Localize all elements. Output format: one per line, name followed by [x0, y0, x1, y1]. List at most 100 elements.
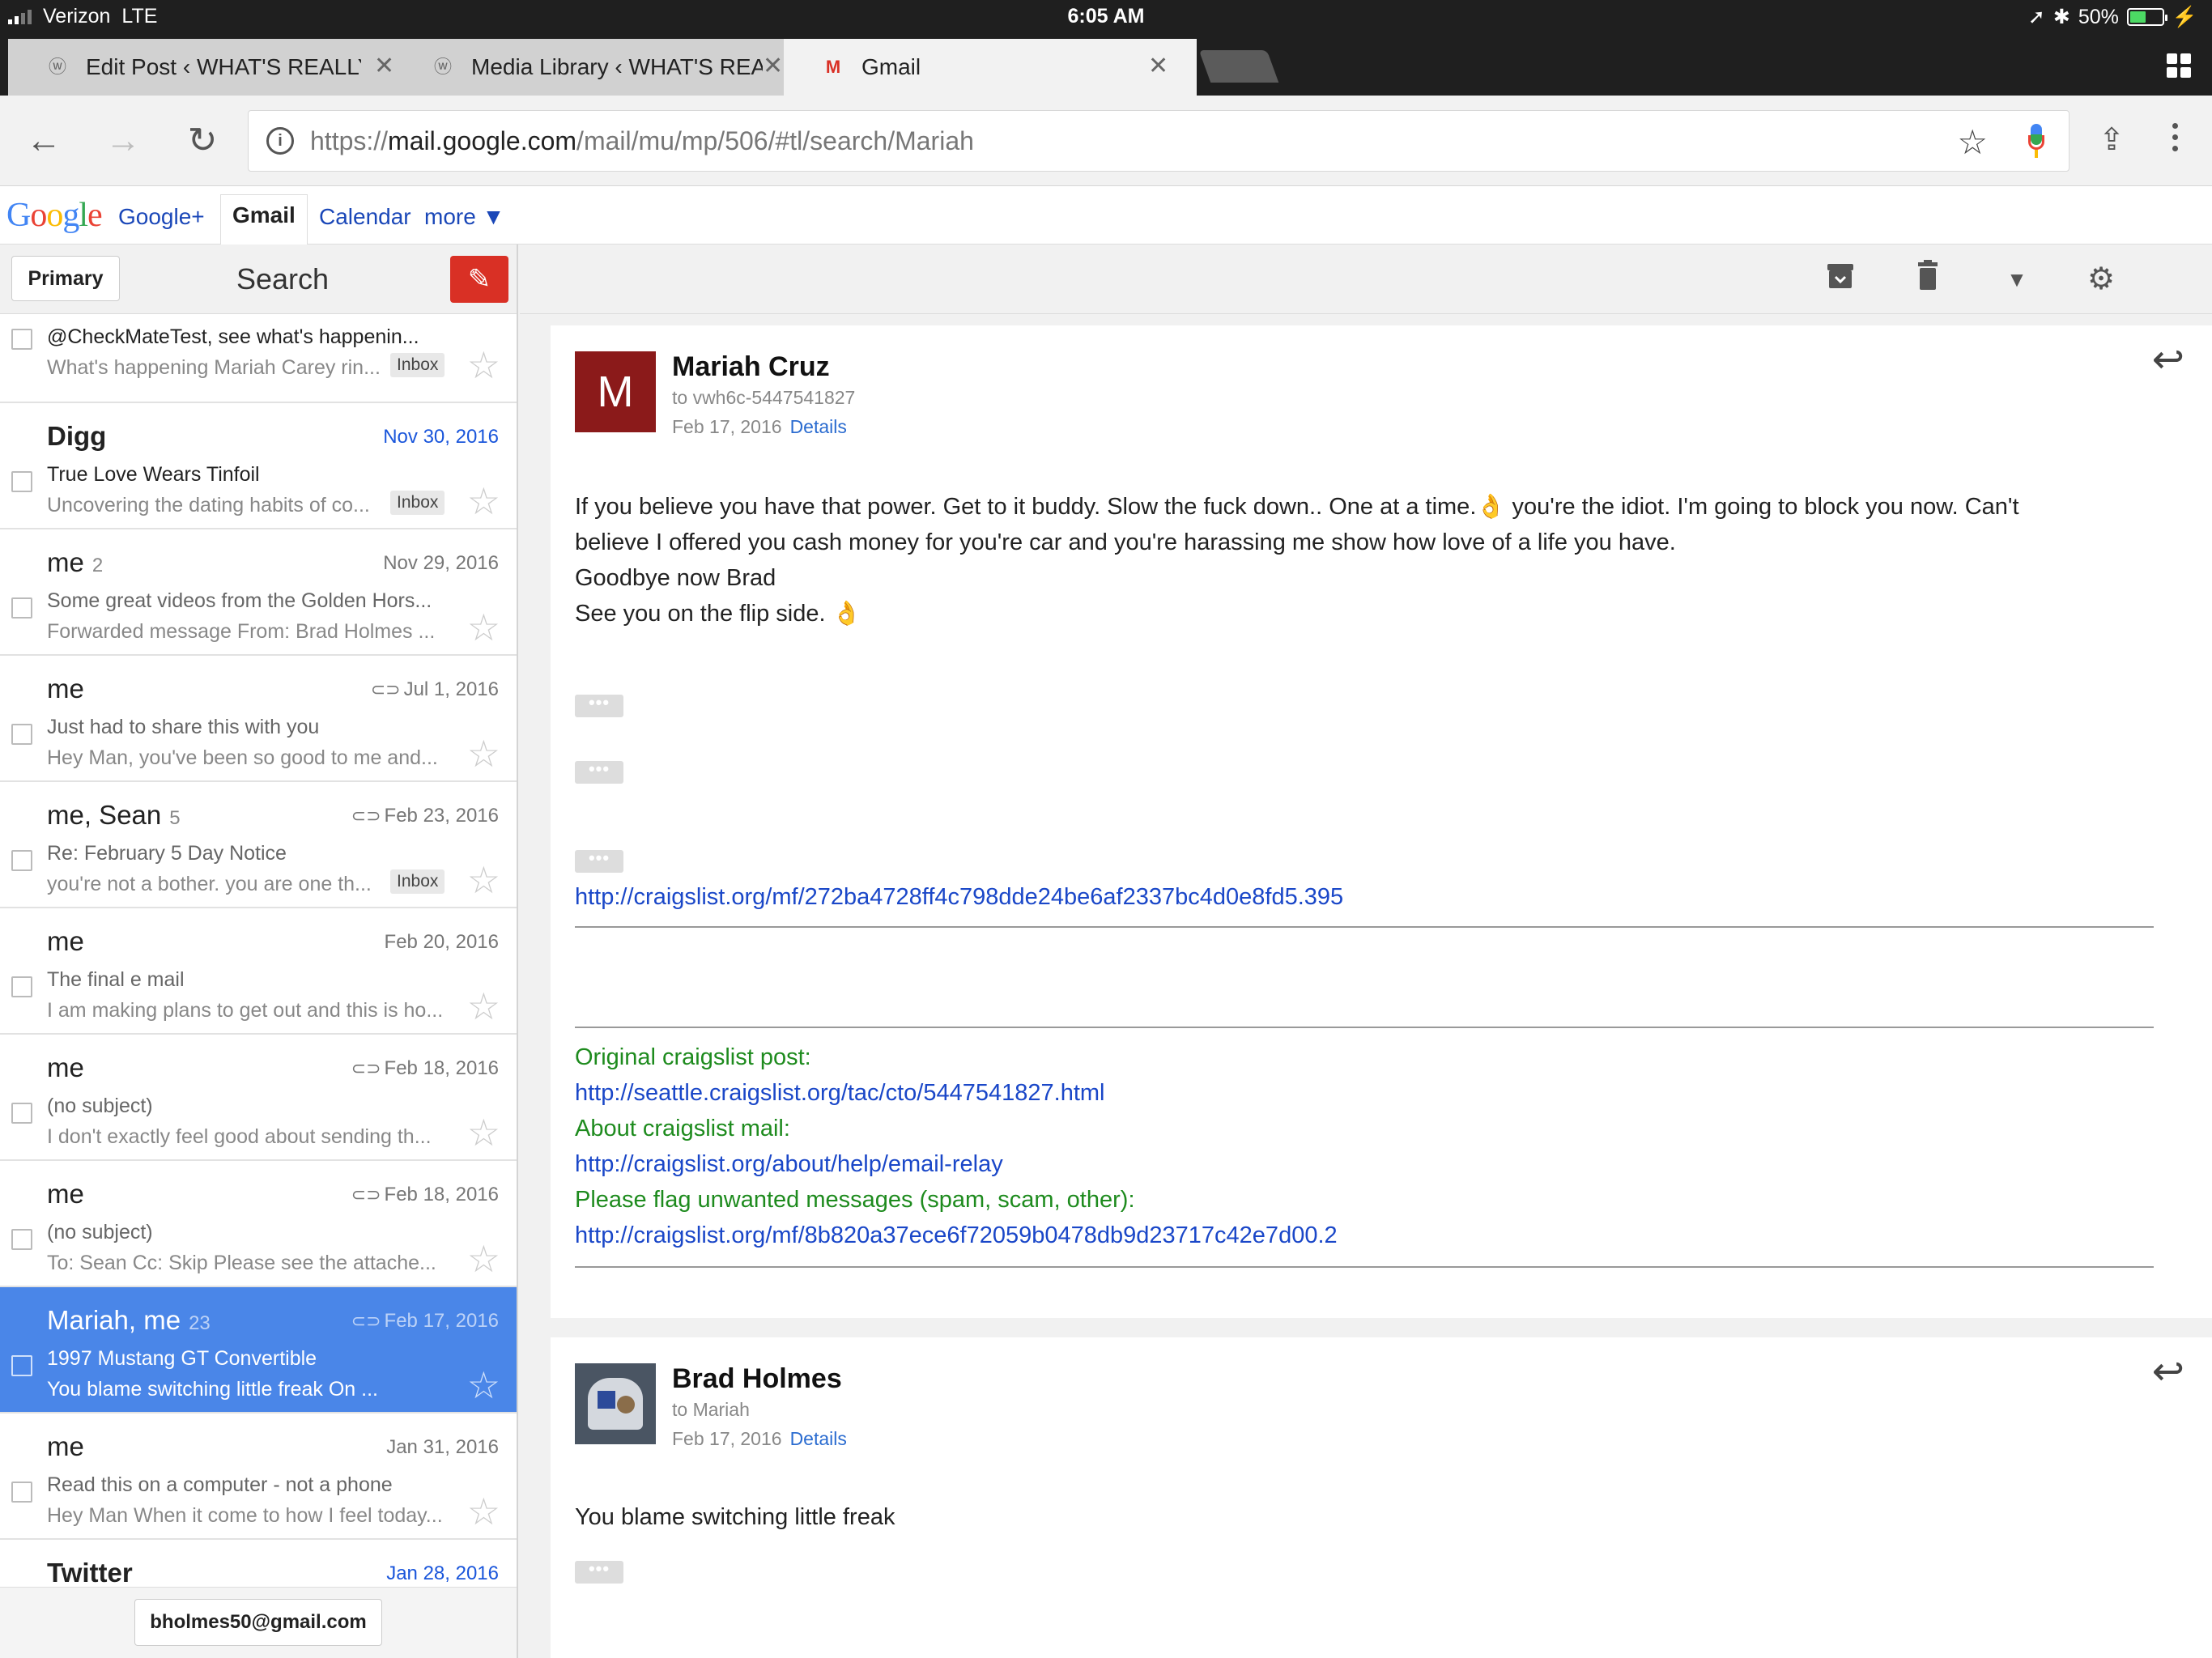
thread-sender: me	[47, 674, 84, 704]
paperclip-icon: ⊂⊃	[351, 806, 381, 826]
table-row[interactable]: me ⊂⊃ Feb 18, 2016 (no subject) I don't e…	[0, 1035, 517, 1161]
info-icon[interactable]: i	[266, 127, 294, 155]
archive-icon[interactable]	[1820, 259, 1861, 300]
back-arrow-icon[interactable]: ←	[21, 118, 66, 164]
trash-icon[interactable]	[1908, 259, 1948, 300]
star-icon[interactable]: ☆	[467, 861, 500, 899]
select-checkbox[interactable]	[11, 1482, 32, 1503]
close-icon[interactable]: ✕	[374, 52, 394, 80]
select-checkbox[interactable]	[11, 1355, 32, 1376]
show-trimmed-content-button[interactable]: •••	[575, 849, 623, 873]
thread-snippet: What's happening Mariah Carey rin...	[47, 356, 379, 379]
thread-sender: me 2	[47, 547, 104, 577]
table-row[interactable]: @CheckMateTest, see what's happenin... W…	[0, 314, 517, 403]
star-icon[interactable]: ☆	[467, 1114, 500, 1151]
star-icon[interactable]: ☆	[467, 483, 500, 520]
details-link[interactable]: Details	[790, 416, 847, 437]
table-row-selected[interactable]: Mariah, me 23 ⊂⊃ Feb 17, 2016 1997 Mustang…	[0, 1287, 517, 1414]
table-row[interactable]: me Jan 31, 2016 Read this on a computer …	[0, 1414, 517, 1540]
thread-snippet: Uncovering the dating habits of co...	[47, 494, 370, 517]
select-checkbox[interactable]	[11, 1229, 32, 1250]
reload-icon[interactable]: ↻	[180, 118, 225, 164]
flag-messages-link[interactable]: http://craigslist.org/mf/8b820a37ece6f72…	[575, 1222, 1338, 1249]
message-body-line: If you believe you have that power. Get …	[575, 494, 2019, 520]
wordpress-icon: ⓦ	[48, 57, 66, 77]
tab-switcher-icon[interactable]	[2167, 53, 2191, 78]
table-row[interactable]: me ⊂⊃ Feb 18, 2016 (no subject) To: Sean …	[0, 1161, 517, 1287]
show-trimmed-content-button[interactable]: •••	[575, 694, 623, 717]
thread-snippet: Forwarded message From: Brad Holmes ...	[47, 620, 436, 643]
select-checkbox[interactable]	[11, 850, 32, 871]
table-row[interactable]: Digg Nov 30, 2016 True Love Wears Tinfoi…	[0, 403, 517, 529]
thread-date: ⊂⊃ Jul 1, 2016	[370, 678, 499, 700]
reply-arrow-icon[interactable]: ↩	[2152, 1349, 2184, 1394]
calendar-link[interactable]: Calendar	[319, 204, 411, 230]
original-post-link[interactable]: http://seattle.craigslist.org/tac/cto/54…	[575, 1080, 1104, 1107]
table-row[interactable]: me, Sean 5 ⊂⊃ Feb 23, 2016 Re: February 5 …	[0, 782, 517, 908]
select-checkbox[interactable]	[11, 471, 32, 492]
more-menu-icon[interactable]	[2160, 123, 2189, 164]
show-trimmed-content-button[interactable]: •••	[575, 1560, 623, 1584]
about-mail-link[interactable]: http://craigslist.org/about/help/email-r…	[575, 1151, 1003, 1178]
select-checkbox[interactable]	[11, 976, 32, 997]
table-row[interactable]: me Feb 20, 2016 The final e mail I am ma…	[0, 908, 517, 1035]
settings-gear-icon[interactable]: ⚙	[2081, 259, 2121, 300]
inbox-label-badge: Inbox	[390, 491, 445, 515]
message-card: Brad Holmes to Mariah Feb 17, 2016 Detail…	[551, 1337, 2212, 1658]
details-link[interactable]: Details	[790, 1428, 847, 1449]
select-checkbox[interactable]	[11, 329, 32, 350]
craigslist-reply-link[interactable]: http://craigslist.org/mf/272ba4728ff4c79…	[575, 884, 1343, 911]
tab-media-library[interactable]: ⓦ Media Library ‹ WHAT'S REA ✕	[393, 39, 790, 96]
star-icon[interactable]: ☆	[467, 346, 500, 384]
select-checkbox[interactable]	[11, 724, 32, 745]
table-row[interactable]: me 2 Nov 29, 2016 Some great videos from …	[0, 529, 517, 656]
google-plus-link[interactable]: Google+	[118, 204, 205, 230]
message-body-line: See you on the flip side. 👌	[575, 601, 861, 627]
new-tab-button[interactable]	[1198, 50, 1279, 83]
bluetooth-icon: ✱	[2052, 6, 2070, 28]
paperclip-icon: ⊂⊃	[370, 679, 401, 699]
thread-date: ⊂⊃ Feb 17, 2016	[351, 1310, 499, 1332]
bookmark-star-icon[interactable]: ☆	[1957, 122, 1988, 162]
compose-pencil-icon[interactable]: ✎	[450, 256, 508, 303]
location-icon: ➚	[2027, 6, 2045, 28]
tab-edit-post[interactable]: ⓦ Edit Post ‹ WHAT'S REALLY ✕	[8, 39, 397, 96]
primary-back-button[interactable]: Primary	[11, 256, 120, 301]
thread-sender: me	[47, 1431, 84, 1461]
conversation-pane: ▼ ⚙ M Mariah Cruz to vwh6c-5447541827 Fe…	[520, 244, 2212, 1658]
conversation-toolbar: ▼ ⚙	[520, 244, 2212, 314]
thread-date: Nov 30, 2016	[383, 426, 499, 448]
thread-subject: @CheckMateTest, see what's happenin...	[47, 325, 419, 348]
message-sender[interactable]: Mariah Cruz	[672, 351, 830, 383]
star-icon[interactable]: ☆	[467, 1240, 500, 1278]
reply-arrow-icon[interactable]: ↩	[2152, 337, 2184, 382]
message-date: Feb 17, 2016 Details	[672, 1428, 847, 1449]
show-trimmed-content-button[interactable]: •••	[575, 760, 623, 784]
star-icon[interactable]: ☆	[467, 609, 500, 646]
microphone-icon[interactable]	[2028, 124, 2044, 158]
star-icon[interactable]: ☆	[467, 1493, 500, 1530]
select-checkbox[interactable]	[11, 1103, 32, 1124]
thread-snippet: I don't exactly feel good about sending …	[47, 1125, 432, 1148]
more-actions-dropdown-icon[interactable]: ▼	[1997, 259, 2037, 300]
url-text[interactable]: https://mail.google.com/mail/mu/mp/506/#…	[310, 126, 974, 156]
star-icon[interactable]: ☆	[467, 988, 500, 1025]
google-logo[interactable]: Google	[6, 196, 103, 235]
close-icon[interactable]: ✕	[763, 52, 783, 80]
star-icon[interactable]: ☆	[467, 735, 500, 772]
tab-gmail[interactable]: M Gmail ✕	[784, 39, 1197, 96]
message-card: M Mariah Cruz to vwh6c-5447541827 Feb 17…	[551, 325, 2212, 1318]
forward-arrow-icon[interactable]: →	[100, 118, 146, 164]
thread-sender: Mariah, me 23	[47, 1305, 211, 1335]
select-checkbox[interactable]	[11, 597, 32, 619]
gmail-link[interactable]: Gmail	[220, 194, 308, 244]
account-switcher-button[interactable]: bholmes50@gmail.com	[134, 1599, 382, 1646]
message-sender[interactable]: Brad Holmes	[672, 1363, 842, 1395]
more-link[interactable]: more ▼	[424, 204, 504, 230]
table-row[interactable]: me ⊂⊃ Jul 1, 2016 Just had to share this …	[0, 656, 517, 782]
close-icon[interactable]: ✕	[1148, 52, 1168, 80]
address-bar[interactable]: i https://mail.google.com/mail/mu/mp/506…	[248, 110, 2069, 172]
share-icon[interactable]: ⇪	[2089, 121, 2134, 167]
star-icon[interactable]: ☆	[467, 1367, 500, 1404]
battery-percent: 50%	[2078, 5, 2119, 28]
